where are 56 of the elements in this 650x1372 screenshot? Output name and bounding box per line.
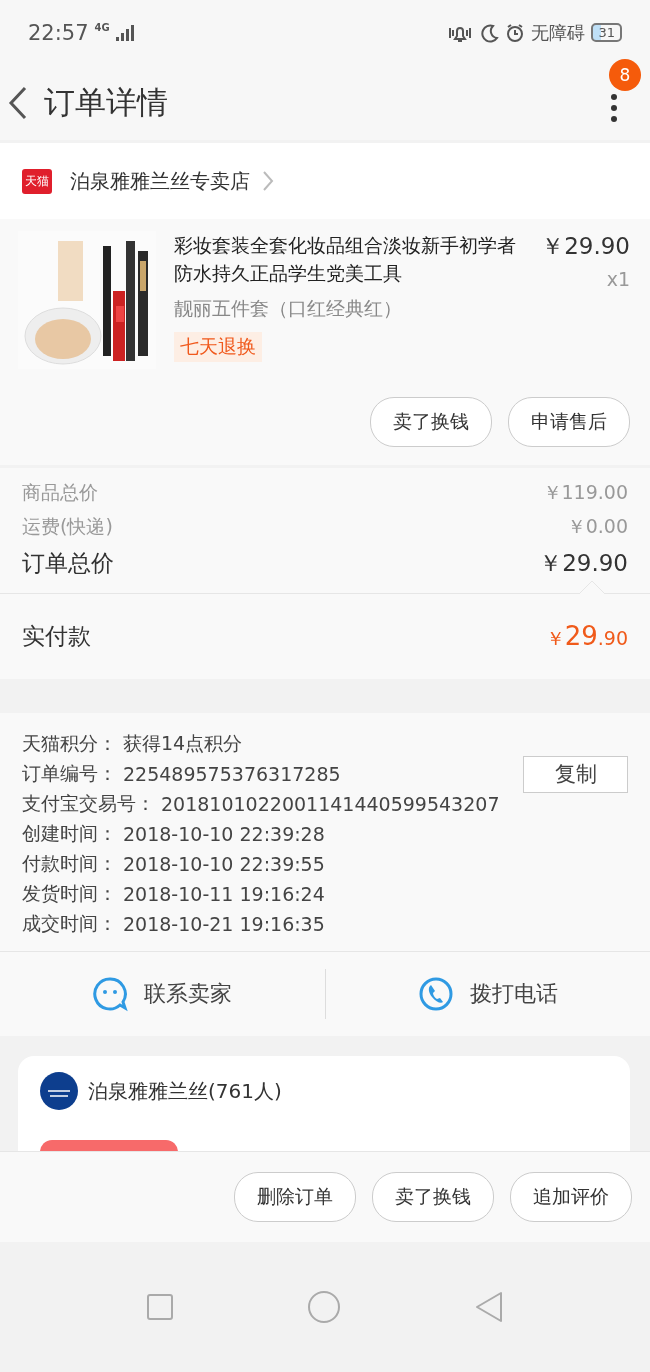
back-icon[interactable] bbox=[8, 85, 28, 120]
info-label: 订单编号： bbox=[22, 761, 117, 786]
store-name[interactable]: 泊泉雅雅兰丝专卖店 bbox=[70, 167, 250, 195]
info-label: 成交时间： bbox=[22, 911, 117, 936]
product-quantity: x1 bbox=[606, 268, 630, 290]
group-name: 泊泉雅雅兰丝(761人) bbox=[88, 1077, 282, 1105]
info-label: 支付宝交易号： bbox=[22, 791, 155, 816]
action-button[interactable]: 申请售后 bbox=[508, 397, 630, 447]
chevron-icon bbox=[262, 170, 274, 192]
summary-label: 运费(快递) bbox=[22, 514, 113, 539]
paid-amount: ￥29.90 bbox=[545, 621, 628, 652]
info-label: 创建时间： bbox=[22, 821, 117, 846]
info-value: 2018-10-21 19:16:35 bbox=[123, 913, 325, 935]
status-time: 22:57 bbox=[28, 20, 89, 45]
home-icon[interactable] bbox=[307, 1290, 341, 1324]
summary-label: 商品总价 bbox=[22, 480, 98, 505]
summary-label: 订单总价 bbox=[22, 549, 114, 578]
product-variant: 靓丽五件套（口红经典红） bbox=[174, 296, 403, 321]
summary-value: ￥29.90 bbox=[539, 549, 628, 578]
info-value: 获得14点积分 bbox=[123, 731, 243, 756]
return-tag: 七天退换 bbox=[174, 332, 262, 362]
info-label: 付款时间： bbox=[22, 851, 117, 876]
info-value: 2018-10-10 22:39:28 bbox=[123, 823, 325, 845]
contact-button[interactable]: 拨打电话 bbox=[325, 975, 650, 1013]
copy-button[interactable]: 复制 bbox=[523, 755, 628, 793]
store-badge: 天猫 bbox=[22, 168, 52, 194]
info-label: 发货时间： bbox=[22, 881, 117, 906]
info-value: 2018101022001141440599543207 bbox=[161, 793, 500, 815]
back-nav-icon[interactable] bbox=[473, 1291, 504, 1323]
info-value: 2018-10-11 19:16:24 bbox=[123, 883, 325, 905]
product-title[interactable]: 彩妆套装全套化妆品组合淡妆新手初学者防水持久正品学生党美工具 bbox=[174, 231, 532, 290]
paid-label: 实付款 bbox=[22, 622, 91, 651]
brand-logo-icon bbox=[40, 1072, 78, 1110]
order-action-button[interactable]: 卖了换钱 bbox=[372, 1172, 494, 1222]
network-label: 4G bbox=[94, 22, 110, 33]
moon-icon bbox=[479, 22, 500, 43]
summary-value: ￥0.00 bbox=[566, 514, 628, 539]
info-value: 2018-10-10 22:39:55 bbox=[123, 853, 325, 875]
action-button[interactable]: 卖了换钱 bbox=[370, 397, 492, 447]
info-label: 天猫积分： bbox=[22, 731, 117, 756]
info-value: 225489575376317285 bbox=[123, 763, 341, 785]
recent-apps-icon[interactable] bbox=[146, 1293, 175, 1321]
more-icon[interactable] bbox=[610, 92, 618, 123]
signal-icon bbox=[115, 24, 134, 41]
group-card[interactable]: 泊泉雅雅兰丝(761人) bbox=[18, 1056, 630, 1151]
accessibility-label: 无障碍 bbox=[531, 20, 586, 45]
phone-icon bbox=[417, 976, 454, 1012]
alarm-icon bbox=[505, 22, 526, 43]
order-action-button[interactable]: 删除订单 bbox=[234, 1172, 356, 1222]
contact-button[interactable]: 联系卖家 bbox=[0, 975, 325, 1013]
chat-icon bbox=[92, 976, 129, 1012]
summary-value: ￥119.00 bbox=[542, 480, 628, 505]
product-price: ￥29.90 bbox=[541, 232, 630, 261]
order-action-button[interactable]: 追加评价 bbox=[510, 1172, 632, 1222]
page-title: 订单详情 bbox=[44, 82, 168, 122]
battery-indicator: 31 bbox=[591, 23, 622, 42]
